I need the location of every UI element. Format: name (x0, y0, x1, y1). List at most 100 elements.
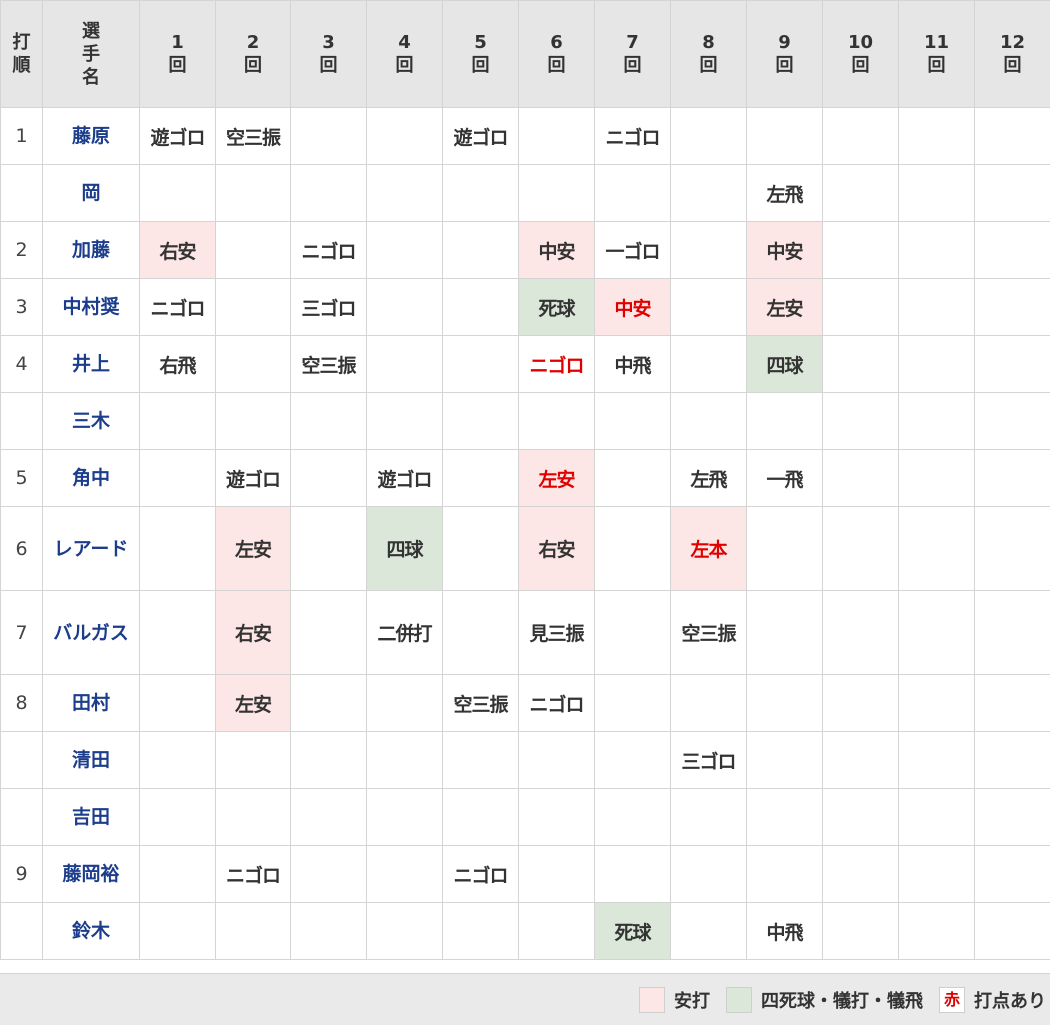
inning-result-cell: 中安 (518, 221, 595, 279)
player-name: 藤原 (71, 125, 110, 147)
header-player: 選手名 (42, 0, 140, 108)
inning-result-cell (822, 590, 899, 675)
table-row: 7 バルガス 右安 二併打 見三振 空三振 (0, 590, 1050, 675)
inning-result-cell (822, 278, 899, 336)
inning-result-cell (974, 221, 1050, 279)
inning-result-cell (215, 788, 291, 846)
inning-result-cell (442, 392, 519, 450)
inning-result-cell (974, 164, 1050, 222)
inning-unit: 回 (699, 55, 718, 76)
inning-result-cell: 左安 (518, 449, 595, 507)
inning-result-cell (670, 335, 747, 393)
inning-result-cell (442, 731, 519, 789)
header-inning-1: 1回 (139, 0, 216, 108)
inning-result-cell: 空三振 (290, 335, 367, 393)
inning-result-cell: 四球 (746, 335, 823, 393)
inning-result-cell: 右飛 (139, 335, 216, 393)
inning-result-cell (290, 674, 367, 732)
inning-result-cell (442, 164, 519, 222)
inning-result-cell (898, 392, 975, 450)
player-name-cell: バルガス (42, 590, 140, 675)
inning-result-cell (670, 674, 747, 732)
header-inning-11: 11 回 (898, 0, 975, 108)
inning-result-cell (898, 731, 975, 789)
inning-result-cell (898, 221, 975, 279)
header-inning-5: 5回 (442, 0, 519, 108)
inning-result-cell (670, 164, 747, 222)
inning-number: 12 (999, 32, 1026, 53)
inning-result-cell (822, 449, 899, 507)
inning-result-cell (290, 164, 367, 222)
inning-result-cell (822, 221, 899, 279)
inning-result-cell: 右安 (518, 506, 595, 591)
player-name-cell: 角中 (42, 449, 140, 507)
legend-rbi-label: 打点あり (974, 991, 1046, 1012)
inning-result-cell (290, 902, 367, 960)
header-inning-10: 10 回 (822, 0, 899, 108)
inning-result-cell (974, 392, 1050, 450)
inning-result-cell: 右安 (139, 221, 216, 279)
player-name-cell: 田村 (42, 674, 140, 732)
header-batting-order: 打順 (0, 0, 43, 108)
header-inning-6: 6回 (518, 0, 595, 108)
inning-result-cell (898, 449, 975, 507)
inning-number: 9 (778, 32, 791, 53)
inning-result-cell (974, 731, 1050, 789)
table-row: 吉田 (0, 788, 1050, 846)
inning-result-cell (974, 590, 1050, 675)
inning-unit: 回 (244, 55, 262, 76)
inning-unit: 回 (775, 55, 794, 76)
inning-result-cell (670, 788, 747, 846)
table-row: 岡 左飛 (0, 164, 1050, 222)
inning-result-cell (898, 788, 975, 846)
inning-result-cell (746, 731, 823, 789)
inning-result-cell: 遊ゴロ (215, 449, 291, 507)
inning-result-cell (898, 674, 975, 732)
inning-unit: 回 (927, 55, 946, 76)
inning-result-cell (442, 590, 519, 675)
inning-result-cell (594, 788, 671, 846)
inning-result-cell (290, 788, 367, 846)
inning-result-cell (898, 164, 975, 222)
inning-result-cell: 左飛 (670, 449, 747, 507)
inning-result-cell (139, 590, 216, 675)
inning-result-cell: 中安 (746, 221, 823, 279)
player-name-cell: 藤原 (42, 107, 140, 165)
inning-result-cell (442, 335, 519, 393)
inning-result-cell (290, 449, 367, 507)
inning-result-cell (518, 788, 595, 846)
inning-result-cell (822, 902, 899, 960)
inning-result-cell (670, 845, 747, 903)
inning-result-cell (670, 278, 747, 336)
batting-order-cell: 5 (0, 449, 43, 507)
inning-result-cell (822, 845, 899, 903)
inning-result-cell: ニゴロ (290, 221, 367, 279)
legend-hit: 安打 (639, 987, 710, 1013)
player-name: 加藤 (71, 239, 110, 261)
inning-result-cell: ニゴロ (518, 674, 595, 732)
batting-order-cell: 6 (0, 506, 43, 591)
inning-result-cell: ニゴロ (442, 845, 519, 903)
inning-unit: 回 (471, 55, 490, 76)
batting-order-cell (0, 788, 43, 846)
inning-result-cell (974, 506, 1050, 591)
player-name: 鈴木 (71, 920, 110, 942)
inning-result-cell (442, 221, 519, 279)
inning-result-cell (139, 731, 216, 789)
player-name: レアード (53, 537, 129, 560)
inning-result-cell: 死球 (518, 278, 595, 336)
legend-walk-label: 四死球・犠打・犠飛 (761, 991, 923, 1012)
legend-walk-swatch (726, 987, 752, 1013)
inning-result-cell: 右安 (215, 590, 291, 675)
inning-number: 5 (474, 32, 487, 53)
inning-number: 11 (923, 32, 950, 53)
scoreboard: 打順 選手名 1 回 2 回 3 回 4 回 5 回 6 回 7 回 8 回 9 回 10 回 11 回 12 回 1 藤原 遊ゴ… (0, 0, 1050, 1025)
inning-unit: 回 (168, 55, 187, 76)
inning-result-cell: 左飛 (746, 164, 823, 222)
inning-result-cell (139, 674, 216, 732)
player-name-cell: 清田 (42, 731, 140, 789)
inning-result-cell (594, 164, 671, 222)
inning-result-cell (974, 674, 1050, 732)
inning-result-cell: 左安 (746, 278, 823, 336)
inning-result-cell: ニゴロ (139, 278, 216, 336)
